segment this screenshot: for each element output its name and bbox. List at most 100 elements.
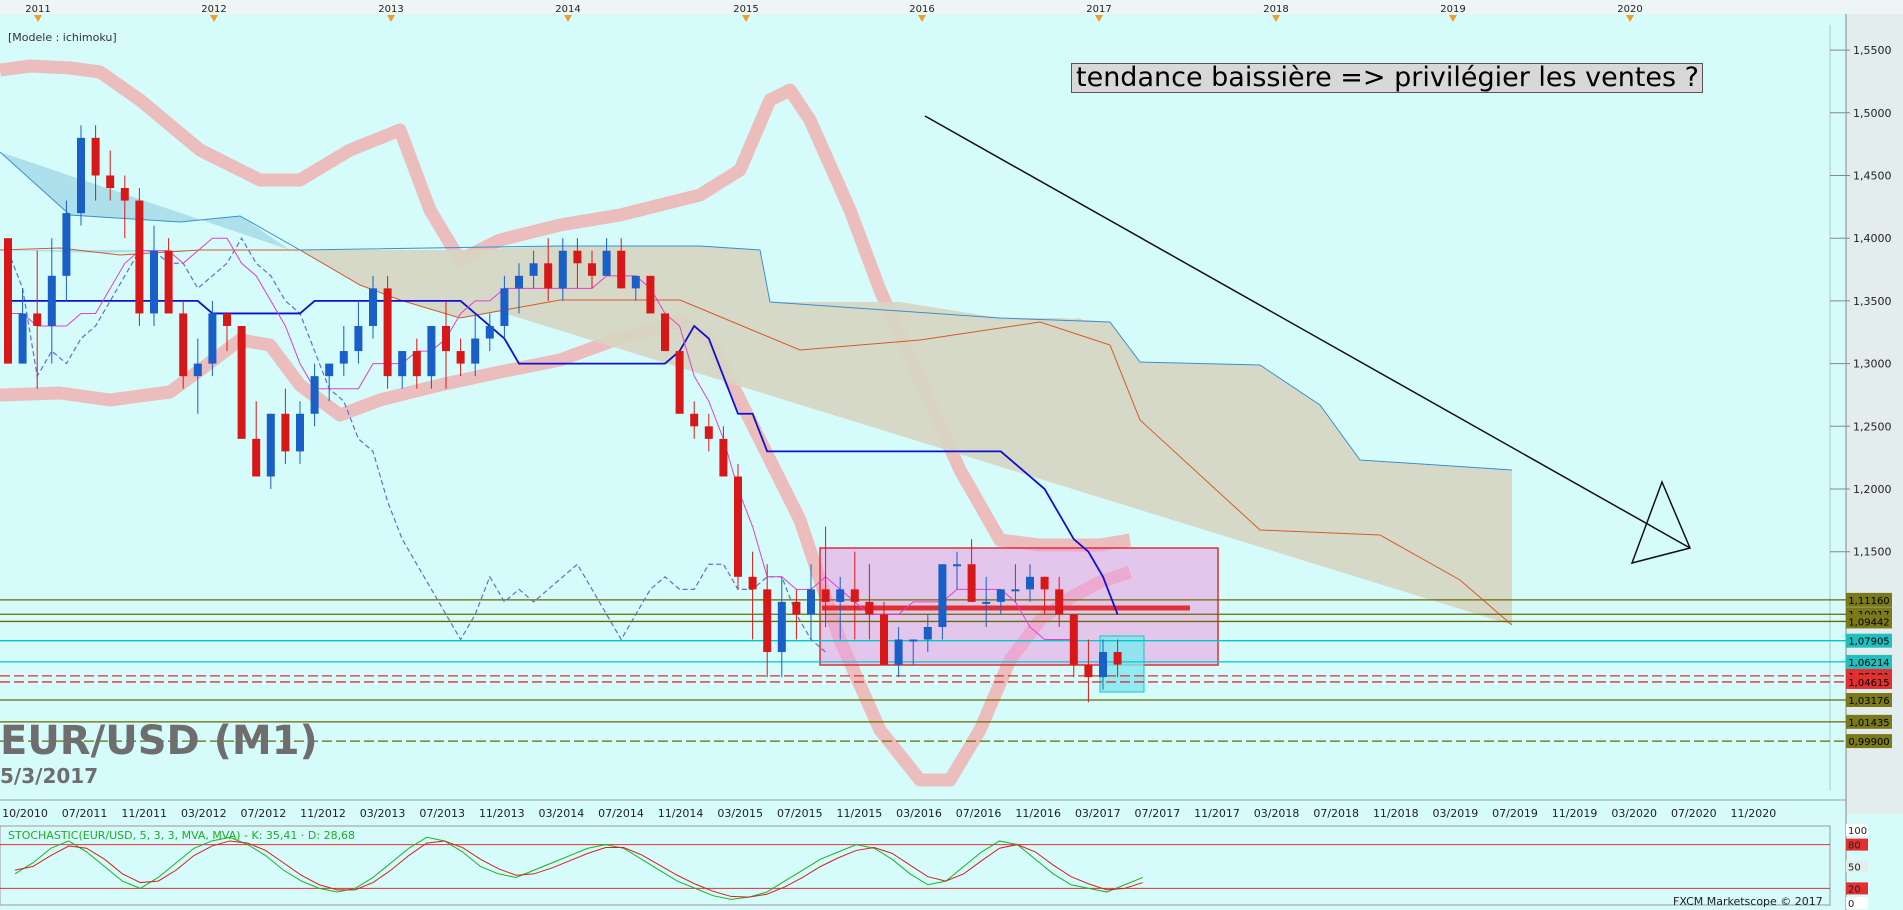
candle-body bbox=[485, 325, 494, 339]
candle-body bbox=[354, 325, 363, 352]
candle-body bbox=[47, 275, 56, 326]
candle-body bbox=[383, 288, 392, 377]
candle-body bbox=[617, 250, 626, 289]
candle-body bbox=[135, 200, 144, 314]
candle-body bbox=[558, 250, 567, 289]
y-tick-label: 1,4500 bbox=[1853, 169, 1892, 182]
candle-body bbox=[836, 589, 845, 602]
candle-body bbox=[515, 275, 523, 289]
x-tick-label: 03/2012 bbox=[181, 807, 227, 820]
x-tick-label: 03/2018 bbox=[1254, 807, 1300, 820]
year-label: 2014 bbox=[555, 4, 580, 15]
y-tick-label: 1,4000 bbox=[1853, 232, 1892, 245]
annotation-box[interactable]: tendance baissière => privilégier les ve… bbox=[1071, 63, 1703, 93]
candle-body bbox=[880, 614, 888, 665]
x-tick-label: 03/2013 bbox=[360, 807, 406, 820]
x-tick-label: 07/2017 bbox=[1135, 807, 1181, 820]
candle-body bbox=[179, 313, 188, 377]
x-tick-label: 03/2017 bbox=[1075, 807, 1121, 820]
candle-body bbox=[909, 639, 918, 642]
x-tick-label: 07/2012 bbox=[241, 807, 287, 820]
chart-window: 2011 2012 2013 2014 2015 2016 2017 2018 2019 2020… bbox=[0, 0, 1903, 910]
x-tick-label: 03/2016 bbox=[896, 807, 942, 820]
x-tick-label: 11/2018 bbox=[1373, 807, 1419, 820]
x-tick-label: 03/2019 bbox=[1433, 807, 1479, 820]
x-tick-label: 11/2020 bbox=[1731, 807, 1777, 820]
candle-body bbox=[471, 338, 480, 364]
candle-body bbox=[4, 238, 12, 364]
x-tick-label: 11/2017 bbox=[1194, 807, 1240, 820]
candle-body bbox=[208, 313, 217, 364]
date-label: 5/3/2017 bbox=[0, 764, 99, 788]
x-tick-label: 03/2020 bbox=[1611, 807, 1657, 820]
year-label: 2019 bbox=[1440, 4, 1465, 15]
candle-body bbox=[982, 601, 991, 604]
x-tick-label: 07/2014 bbox=[598, 807, 644, 820]
candle-body bbox=[923, 626, 932, 640]
y-tick-label: 1,2000 bbox=[1853, 483, 1892, 496]
candle-body bbox=[281, 413, 290, 452]
model-label: [Modele : ichimoku] bbox=[8, 31, 117, 44]
x-tick-label: 07/2015 bbox=[777, 807, 823, 820]
stochastic-scale-label: 80 bbox=[1848, 841, 1861, 852]
candle-body bbox=[1099, 652, 1107, 678]
candle-body bbox=[296, 413, 304, 452]
x-tick-label: 03/2015 bbox=[717, 807, 763, 820]
candle-body bbox=[339, 351, 348, 364]
candle-body bbox=[412, 351, 421, 377]
x-tick-label: 11/2015 bbox=[837, 807, 883, 820]
x-tick-label: 07/2019 bbox=[1492, 807, 1538, 820]
candle-body bbox=[646, 275, 655, 314]
copyright: FXCM Marketscope © 2017 bbox=[1673, 895, 1823, 908]
level-label: 1,04615 bbox=[1848, 678, 1889, 689]
year-label: 2011 bbox=[25, 4, 50, 15]
candle-body bbox=[237, 325, 246, 439]
x-tick-label: 07/2020 bbox=[1671, 807, 1717, 820]
candle-body bbox=[602, 250, 611, 276]
candle-body bbox=[456, 351, 465, 364]
price-chart[interactable]: 2011 2012 2013 2014 2015 2016 2017 2018 2019 2020… bbox=[0, 0, 1903, 910]
candle-body bbox=[763, 589, 772, 653]
candle-body bbox=[18, 313, 27, 364]
candle-body bbox=[792, 601, 801, 615]
y-tick-label: 1,3000 bbox=[1853, 358, 1892, 371]
candle-body bbox=[369, 288, 377, 326]
stochastic-scale-label: 50 bbox=[1848, 863, 1861, 874]
level-label: 0,99900 bbox=[1848, 737, 1889, 748]
candle-body bbox=[894, 639, 903, 665]
candle-body bbox=[252, 438, 261, 477]
year-label: 2016 bbox=[909, 4, 934, 15]
year-label: 2017 bbox=[1086, 4, 1111, 15]
candle-body bbox=[1026, 576, 1034, 590]
candle-body bbox=[325, 363, 334, 377]
stochastic-scale-label: 20 bbox=[1848, 884, 1861, 895]
x-tick-label: 11/2012 bbox=[300, 807, 346, 820]
candle-body bbox=[500, 288, 509, 326]
candle-body bbox=[164, 250, 173, 314]
x-tick-label: 07/2011 bbox=[62, 807, 108, 820]
candle-body bbox=[62, 213, 71, 276]
candle-body bbox=[1113, 652, 1122, 665]
candle-body bbox=[850, 589, 859, 602]
y-tick-label: 1,1500 bbox=[1853, 546, 1892, 559]
candle-body bbox=[193, 363, 202, 377]
level-label: 1,07905 bbox=[1848, 637, 1889, 648]
candle-body bbox=[938, 564, 947, 627]
x-tick-label: 11/2013 bbox=[479, 807, 525, 820]
candle-body bbox=[33, 313, 42, 326]
candle-body bbox=[398, 351, 407, 377]
y-tick-label: 1,3500 bbox=[1853, 295, 1892, 308]
candle-body bbox=[91, 137, 100, 176]
instrument-title: EUR/USD (M1) bbox=[0, 718, 318, 764]
candle-body bbox=[106, 175, 115, 189]
candle-body bbox=[1069, 614, 1078, 665]
candle-body bbox=[996, 589, 1005, 602]
candle-body bbox=[266, 413, 275, 477]
candle-body bbox=[427, 325, 436, 377]
x-tick-label: 10/2010 bbox=[2, 807, 48, 820]
year-label: 2020 bbox=[1617, 4, 1642, 15]
candle-body bbox=[821, 589, 830, 602]
candle-body bbox=[1040, 576, 1049, 590]
stochastic-scale-label: 100 bbox=[1848, 826, 1867, 837]
candle-body bbox=[748, 576, 757, 590]
